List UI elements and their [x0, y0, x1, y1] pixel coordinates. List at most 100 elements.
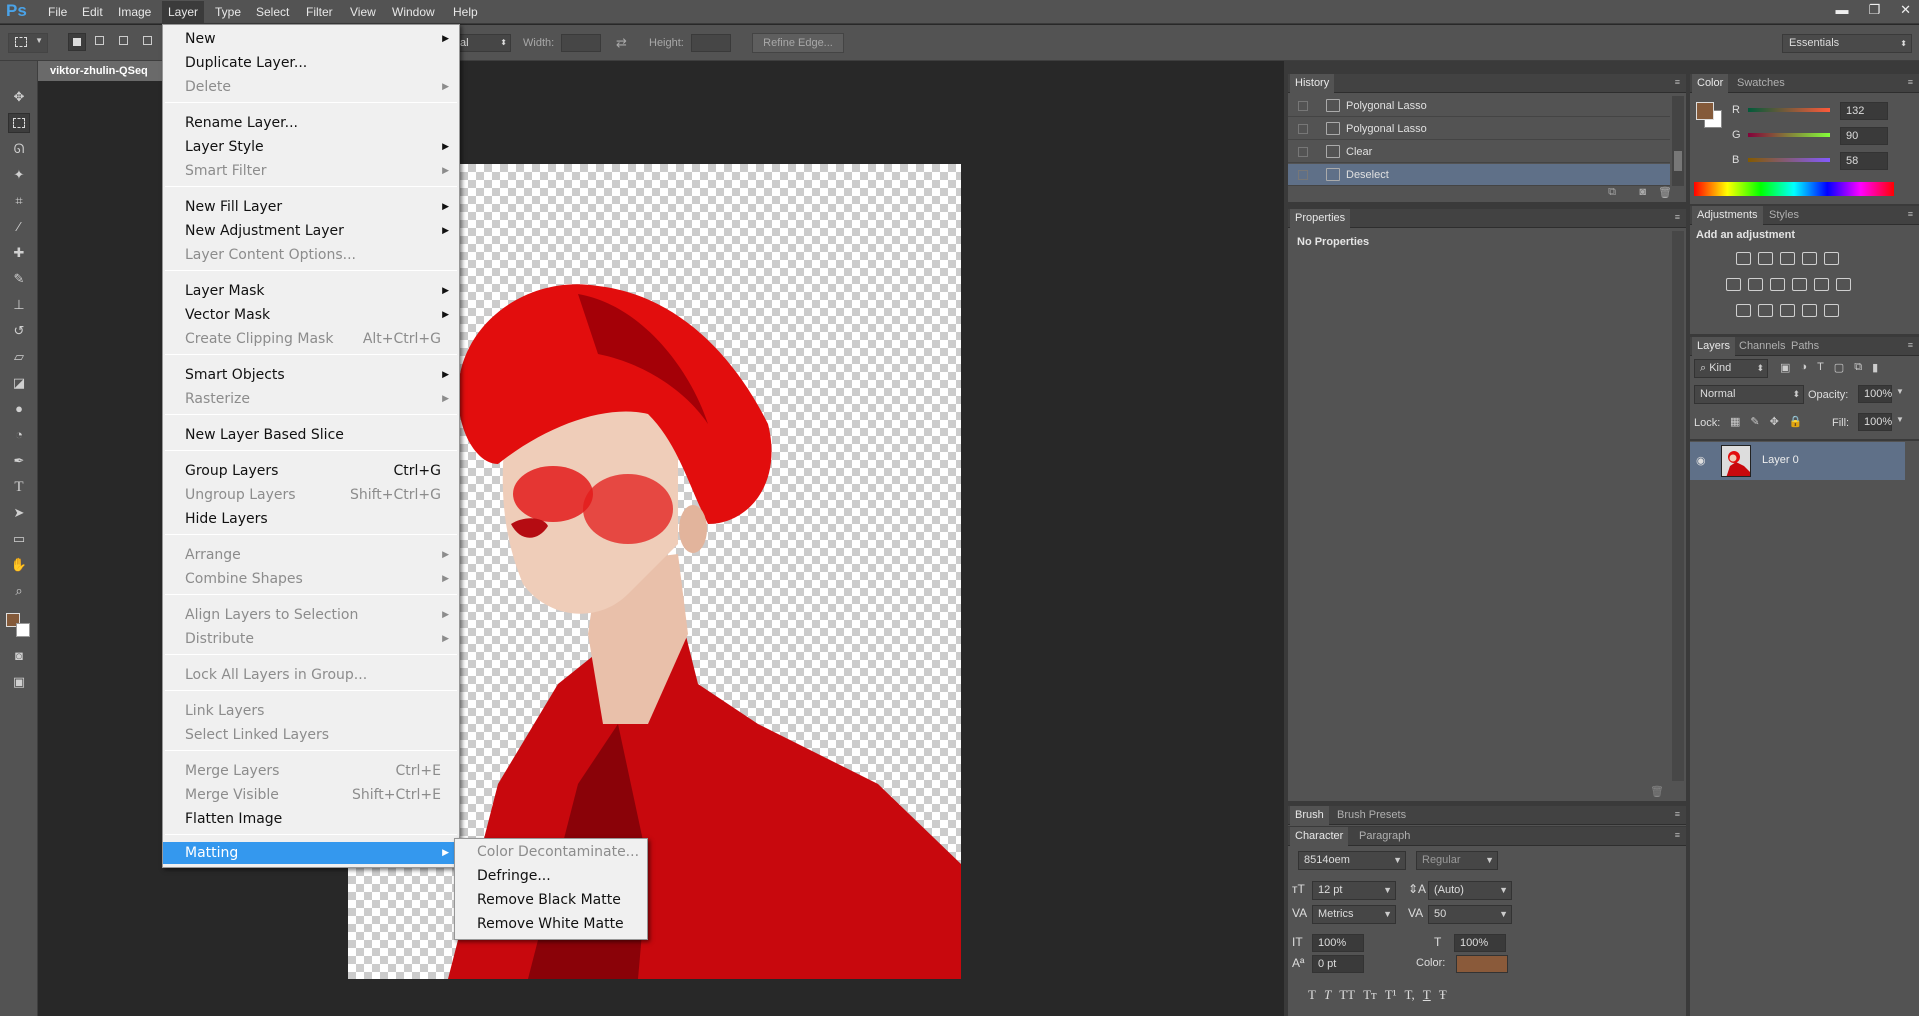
lock-position-icon[interactable]: ✥ [1770, 415, 1779, 431]
type-tool-icon[interactable]: T [8, 477, 30, 497]
menu-item-duplicate-layer[interactable]: Duplicate Layer... [163, 52, 459, 74]
text-color-swatch[interactable] [1456, 955, 1508, 973]
type-filter-icon[interactable]: T [1817, 361, 1824, 377]
fill-input[interactable]: 100% [1858, 413, 1892, 431]
menu-item-arrange[interactable]: Arrange ▶ [163, 544, 459, 566]
black-white-icon[interactable] [1770, 278, 1785, 291]
eraser-tool-icon[interactable]: ▱ [8, 347, 30, 367]
history-brush-icon[interactable]: ↺ [8, 321, 30, 341]
leading-select[interactable]: (Auto) ▼ [1428, 881, 1512, 900]
font-family-select[interactable]: 8514oem ▼ [1298, 851, 1406, 870]
tool-preset-picker[interactable]: ▼ [8, 33, 48, 53]
properties-scrollbar[interactable] [1672, 231, 1684, 781]
menu-item-remove-black-matte[interactable]: Remove Black Matte [455, 889, 647, 911]
color-lookup-icon[interactable] [1836, 278, 1851, 291]
adjustment-filter-icon[interactable]: ◑ [1800, 361, 1807, 377]
menu-item-distribute[interactable]: Distribute ▶ [163, 628, 459, 650]
tab-color[interactable]: Color [1692, 74, 1729, 93]
history-row[interactable]: Deselect [1288, 164, 1670, 186]
hue-saturation-icon[interactable] [1726, 278, 1741, 291]
path-selection-icon[interactable]: ➤ [8, 503, 30, 523]
history-checkbox[interactable] [1298, 170, 1308, 180]
exposure-icon[interactable] [1802, 252, 1817, 265]
tab-styles[interactable]: Styles [1764, 206, 1804, 225]
menu-item-rasterize[interactable]: Rasterize ▶ [163, 388, 459, 410]
gradient-map-icon[interactable] [1824, 304, 1839, 317]
vertical-scale-input[interactable]: 100% [1312, 934, 1364, 952]
opacity-input[interactable]: 100% [1858, 385, 1892, 403]
red-slider[interactable] [1748, 108, 1830, 112]
layer-filter-select[interactable]: ⌕ Kind ⬍ [1694, 359, 1768, 378]
menu-item-remove-white-matte[interactable]: Remove White Matte [455, 913, 647, 935]
menu-item-new-layer-based-slice[interactable]: New Layer Based Slice [163, 424, 459, 446]
pixel-filter-icon[interactable]: ▣ [1780, 361, 1790, 377]
shape-filter-icon[interactable]: ▢ [1834, 361, 1844, 377]
add-selection-button[interactable] [92, 33, 110, 51]
panel-menu-icon[interactable]: ≡ [1675, 809, 1680, 819]
refine-edge-button[interactable]: Refine Edge... [752, 33, 844, 53]
menu-type[interactable]: Type [215, 5, 241, 19]
panel-menu-icon[interactable]: ≡ [1908, 340, 1913, 350]
eye-icon[interactable]: ◉ [1696, 454, 1706, 467]
faux-bold-button[interactable]: T [1308, 987, 1316, 1003]
subscript-button[interactable]: T, [1405, 987, 1415, 1003]
menu-item-align-layers[interactable]: Align Layers to Selection ▶ [163, 604, 459, 626]
posterize-icon[interactable] [1758, 304, 1773, 317]
menu-help[interactable]: Help [453, 5, 478, 19]
menu-item-layer-mask[interactable]: Layer Mask ▶ [163, 280, 459, 302]
menu-item-vector-mask[interactable]: Vector Mask ▶ [163, 304, 459, 326]
green-slider[interactable] [1748, 133, 1830, 137]
subtract-selection-button[interactable] [116, 33, 134, 51]
menu-item-color-decontaminate[interactable]: Color Decontaminate... [455, 841, 647, 863]
menu-file[interactable]: File [48, 5, 67, 19]
menu-item-rename-layer[interactable]: Rename Layer... [163, 112, 459, 134]
red-input[interactable]: 132 [1840, 102, 1888, 120]
panel-menu-icon[interactable]: ≡ [1675, 830, 1680, 840]
color-spectrum-ramp[interactable] [1694, 182, 1894, 196]
chevron-down-icon[interactable]: ▼ [1896, 387, 1904, 396]
tab-paragraph[interactable]: Paragraph [1354, 827, 1415, 846]
quick-mask-icon[interactable]: ◙ [8, 646, 30, 666]
menu-item-hide-layers[interactable]: Hide Layers [163, 508, 459, 530]
smart-object-filter-icon[interactable]: ⧉ [1854, 361, 1862, 377]
blur-tool-icon[interactable]: ● [8, 399, 30, 419]
menu-item-new[interactable]: New ▶ [163, 28, 459, 50]
menu-item-smart-objects[interactable]: Smart Objects ▶ [163, 364, 459, 386]
dodge-tool-icon[interactable]: ◔ [8, 425, 30, 445]
close-icon[interactable]: ✕ [1900, 2, 1911, 20]
small-caps-button[interactable]: Tт [1363, 987, 1377, 1003]
menu-item-group-layers[interactable]: Group Layers Ctrl+G [163, 460, 459, 482]
clone-stamp-icon[interactable]: ⊥ [8, 295, 30, 315]
brightness-contrast-icon[interactable] [1736, 252, 1751, 265]
font-style-select[interactable]: Regular ▼ [1416, 851, 1498, 870]
menu-edit[interactable]: Edit [82, 5, 103, 19]
menu-item-matting[interactable]: Matting ▶ [163, 842, 459, 864]
menu-item-defringe[interactable]: Defringe... [455, 865, 647, 887]
levels-icon[interactable] [1758, 252, 1773, 265]
menu-item-flatten-image[interactable]: Flatten Image [163, 808, 459, 830]
menu-item-combine-shapes[interactable]: Combine Shapes ▶ [163, 568, 459, 590]
screen-mode-icon[interactable]: ▣ [8, 672, 30, 692]
tab-paths[interactable]: Paths [1786, 337, 1824, 356]
invert-icon[interactable] [1736, 304, 1751, 317]
foreground-color-swatch[interactable] [1696, 102, 1714, 120]
filter-toggle-icon[interactable]: ▮ [1872, 361, 1878, 377]
zoom-tool-icon[interactable]: ⌕ [8, 581, 30, 601]
underline-button[interactable]: T [1423, 987, 1431, 1003]
blue-input[interactable]: 58 [1840, 152, 1888, 170]
all-caps-button[interactable]: TT [1339, 987, 1355, 1003]
rectangle-tool-icon[interactable]: ▭ [8, 529, 30, 549]
background-color-swatch[interactable] [16, 623, 30, 637]
menu-select[interactable]: Select [256, 5, 289, 19]
blue-slider[interactable] [1748, 158, 1830, 162]
move-tool-icon[interactable]: ✥ [8, 87, 30, 107]
green-input[interactable]: 90 [1840, 127, 1888, 145]
trash-icon[interactable]: 🗑 [1658, 186, 1672, 199]
menu-item-lock-all-layers[interactable]: Lock All Layers in Group... [163, 664, 459, 686]
paint-bucket-icon[interactable]: ◪ [8, 373, 30, 393]
menu-item-select-linked-layers[interactable]: Select Linked Layers [163, 724, 459, 746]
history-checkbox[interactable] [1298, 101, 1308, 111]
new-document-icon[interactable]: ⧉ [1608, 186, 1616, 199]
kerning-select[interactable]: Metrics ▼ [1312, 905, 1396, 924]
channel-mixer-icon[interactable] [1814, 278, 1829, 291]
